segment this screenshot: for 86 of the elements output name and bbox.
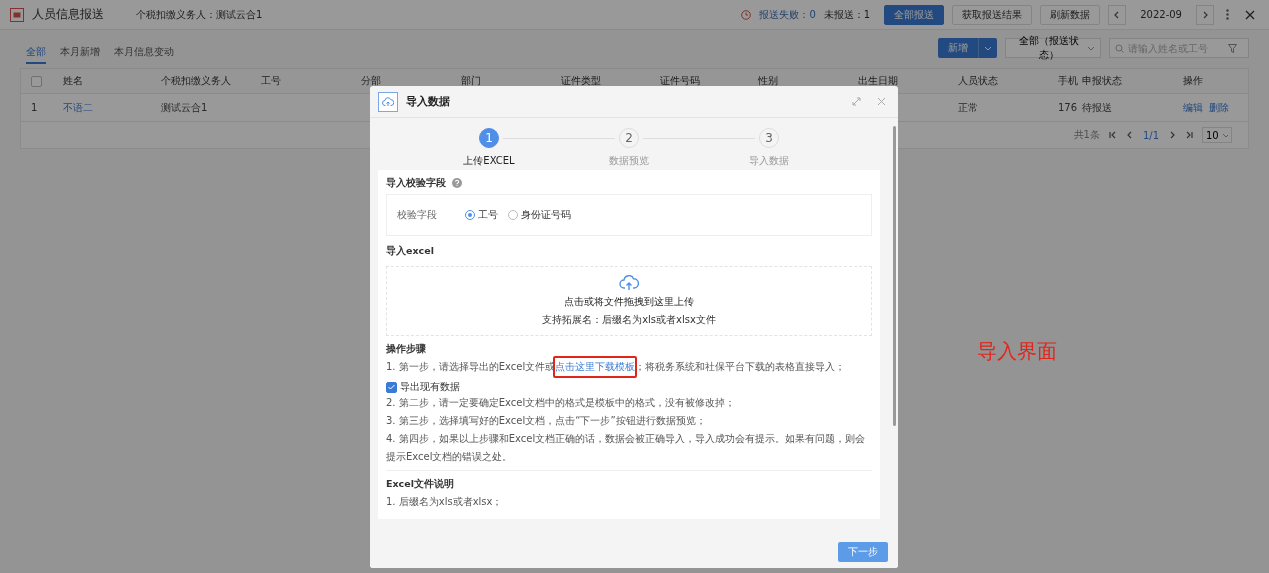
filter-icon[interactable] bbox=[1228, 43, 1237, 53]
column-header: 性别 bbox=[758, 74, 778, 88]
row-number: 1 bbox=[31, 102, 39, 113]
close-icon bbox=[1245, 9, 1255, 20]
step-label: 导入数据 bbox=[749, 154, 789, 168]
instruction-step: 2. 第二步，请一定要确定Excel文档中的格式是模板中的格式，没有被修改掉； bbox=[386, 394, 872, 412]
upload-cloud-icon bbox=[378, 91, 398, 112]
expand-icon bbox=[852, 97, 861, 106]
previous-page-icon bbox=[1125, 131, 1134, 139]
radio-option[interactable]: 工号 bbox=[465, 208, 498, 222]
check-icon bbox=[388, 384, 395, 390]
column-header: 姓名 bbox=[63, 74, 83, 88]
new-main-button[interactable]: 新增 bbox=[938, 38, 978, 58]
upload-formats: 支持拓展名：后缀名为xls或者xlsx文件 bbox=[542, 313, 716, 327]
file-note: 1. 后缀名为xls或者xlsx； bbox=[386, 495, 504, 509]
tab[interactable]: 全部 bbox=[26, 45, 46, 64]
upload-hint: 点击或将文件拖拽到这里上传 bbox=[564, 295, 694, 309]
new-button[interactable]: 新增 bbox=[938, 38, 997, 58]
caret-icon bbox=[984, 45, 992, 51]
step-circle: 1 bbox=[479, 128, 499, 148]
caret-icon bbox=[1086, 45, 1094, 51]
column-header: 部门 bbox=[461, 74, 481, 88]
column-header: 人员状态 bbox=[958, 74, 998, 88]
next-page-icon bbox=[1168, 131, 1176, 139]
section-title: 导入excel bbox=[386, 244, 434, 258]
step-label: 上传EXCEL bbox=[463, 154, 515, 168]
next-step-button[interactable]: 下一步 bbox=[838, 542, 888, 562]
failed-count[interactable]: 报送失败：0 bbox=[759, 7, 816, 22]
tab[interactable]: 本月新增 bbox=[60, 45, 100, 64]
page-size-select[interactable]: 10 bbox=[1202, 127, 1232, 143]
close-icon bbox=[877, 97, 886, 106]
next-button[interactable] bbox=[1196, 4, 1214, 25]
unsent-count: 未报送：1 bbox=[823, 7, 871, 22]
section-title: 操作步骤 bbox=[386, 342, 426, 356]
field-label: 校验字段 bbox=[397, 208, 437, 222]
upload-cloud-icon bbox=[619, 275, 639, 291]
name-link[interactable]: 不语二 bbox=[63, 101, 93, 113]
app-logo-icon bbox=[10, 7, 24, 22]
period-label: 2022-09 bbox=[1139, 9, 1183, 20]
scrollbar[interactable] bbox=[893, 126, 896, 426]
toolbar-button[interactable]: 刷新数据 bbox=[1040, 4, 1101, 25]
table-cell-text: 正常 bbox=[958, 100, 979, 115]
column-header: 操作 bbox=[1183, 74, 1203, 88]
column-header: 个税扣缴义务人 bbox=[161, 74, 231, 88]
export-checkbox[interactable]: 导出现有数据 bbox=[386, 380, 460, 394]
caret-icon bbox=[1221, 132, 1228, 138]
radio-option[interactable]: 身份证号码 bbox=[508, 208, 571, 222]
toolbar-button[interactable]: 获取报送结果 bbox=[952, 4, 1033, 25]
upload-drop-zone[interactable]: 点击或将文件拖拽到这里上传 支持拓展名：后缀名为xls或者xlsx文件 bbox=[386, 266, 872, 336]
toolbar-button[interactable]: 全部报送 bbox=[884, 4, 945, 25]
dialog-title: 导入数据 bbox=[406, 94, 451, 109]
page-indicator: 1/1 bbox=[1142, 129, 1159, 141]
total-count: 共1条 bbox=[1073, 128, 1100, 142]
tab[interactable]: 本月信息变动 bbox=[114, 45, 174, 64]
section-title: 导入校验字段 bbox=[386, 176, 446, 190]
last-page-icon bbox=[1185, 131, 1193, 139]
step-label: 数据预览 bbox=[609, 154, 649, 168]
clock-icon bbox=[741, 9, 752, 20]
previous-button[interactable] bbox=[1108, 4, 1127, 25]
first-page-icon bbox=[1108, 131, 1117, 139]
column-header: 工号 bbox=[261, 74, 281, 88]
app-title: 人员信息报送 bbox=[32, 6, 104, 23]
search-icon bbox=[1115, 43, 1124, 53]
action-link[interactable]: 删除 bbox=[1209, 100, 1229, 115]
column-header: 手机 bbox=[1058, 74, 1078, 88]
step-circle: 2 bbox=[619, 128, 639, 148]
table-cell-text: 176 bbox=[1058, 102, 1079, 113]
checkbox[interactable] bbox=[386, 381, 397, 393]
help-icon[interactable] bbox=[452, 178, 462, 188]
withholder-label: 个税扣缴义务人：测试云合1 bbox=[136, 7, 263, 22]
table-cell-text: 测试云合1 bbox=[161, 100, 209, 115]
column-header: 申报状态 bbox=[1082, 74, 1122, 88]
column-header: 证件类型 bbox=[561, 74, 601, 88]
step-circle: 3 bbox=[759, 128, 779, 148]
annotation-label: 导入界面 bbox=[977, 338, 1057, 365]
instruction-step: 4. 第四步，如果以上步骤和Excel文档正确的话，数据会被正确导入，导入成功会有提示。如果有问题，则会提示Excel文档的错误之处。 bbox=[386, 430, 872, 466]
more-icon bbox=[1226, 9, 1229, 20]
table-cell-text: 待报送 bbox=[1082, 100, 1113, 115]
action-link[interactable]: 编辑 bbox=[1183, 100, 1203, 115]
instruction-step: 3. 第三步，选择填写好的Excel文档，点击“下一步”按钮进行数据预览； bbox=[386, 412, 872, 430]
chevron-right-icon bbox=[1201, 10, 1209, 19]
column-header: 出生日期 bbox=[858, 74, 898, 88]
column-header: 分部 bbox=[361, 74, 381, 88]
section-title: Excel文件说明 bbox=[386, 477, 454, 491]
column-header: 证件号码 bbox=[660, 74, 700, 88]
select-all-checkbox[interactable] bbox=[31, 75, 42, 87]
